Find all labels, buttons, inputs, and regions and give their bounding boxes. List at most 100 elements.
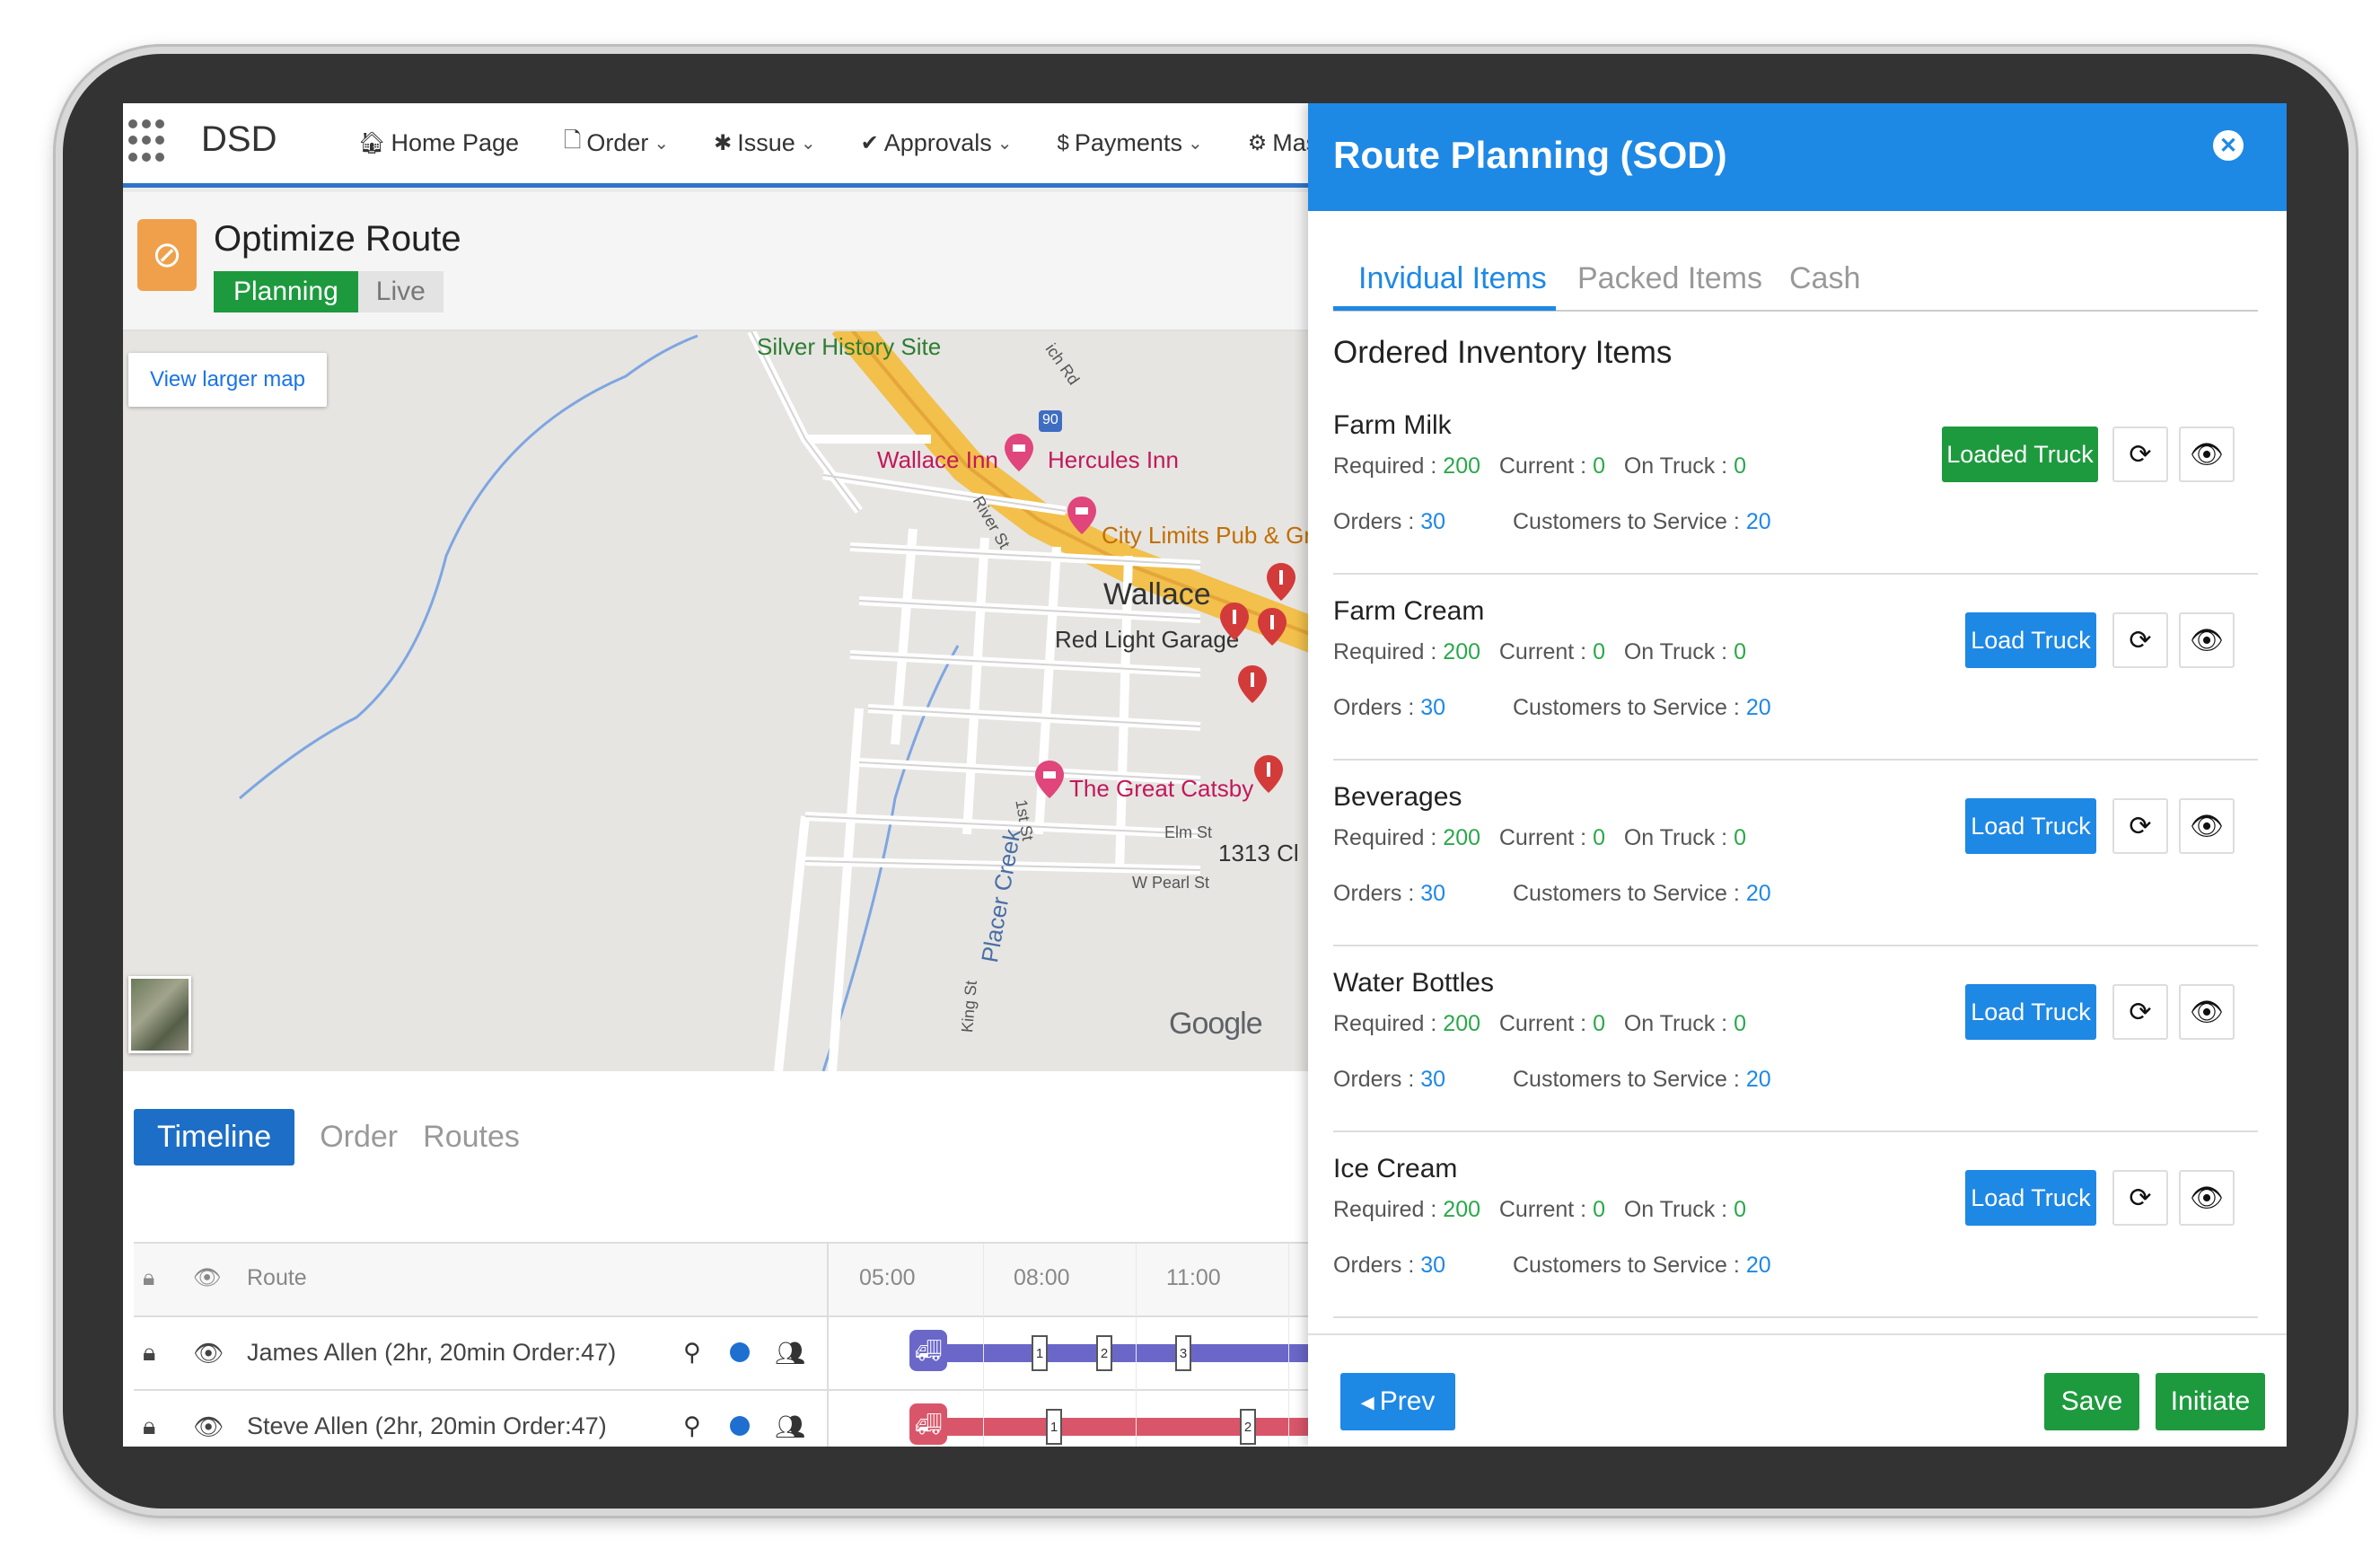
gear-icon: ⚙ — [1248, 130, 1268, 156]
route-timeline: 🔒︎ 👁︎ Route 05:00 08:00 11:00 🔒︎ 👁︎ Jame… — [134, 1242, 1308, 1447]
eye-icon[interactable]: 👁︎ — [193, 1339, 224, 1368]
restaurant-pin-icon[interactable] — [1218, 601, 1251, 642]
loaded-truck-button[interactable]: Loaded Truck — [1942, 427, 2098, 482]
nav-item-approvals[interactable]: ✔Approvals⌄ — [861, 125, 1013, 162]
item-customers: Customers to Service : 20 — [1513, 695, 1771, 721]
inventory-item: Beverages Required : 200 Current : 0 On … — [1333, 762, 2258, 946]
restaurant-pin-icon[interactable] — [1265, 561, 1297, 603]
route-color-dot-icon[interactable] — [730, 1416, 750, 1436]
lock-icon[interactable]: 🔒︎ — [143, 1412, 155, 1441]
load-truck-button[interactable]: Load Truck — [1965, 1170, 2096, 1226]
map-pin-icon[interactable]: ⚲ — [683, 1412, 701, 1440]
nav-item-order[interactable]: 🗋Order⌄ — [564, 125, 669, 162]
tab-timeline[interactable]: Timeline — [134, 1109, 294, 1166]
tab-packed-items[interactable]: Packed Items — [1577, 261, 1762, 296]
load-truck-button[interactable]: Load Truck — [1965, 798, 2096, 854]
orders-value: 30 — [1420, 509, 1445, 534]
lodging-pin-icon[interactable] — [1033, 759, 1066, 800]
refresh-icon[interactable]: ⟳ — [2112, 984, 2168, 1040]
map-label-great-catsby[interactable]: The Great Catsby — [1069, 775, 1253, 803]
truck-icon[interactable]: 🚚︎ — [909, 1330, 947, 1371]
eye-icon[interactable]: 👁︎ — [2179, 984, 2235, 1040]
route-color-dot-icon[interactable] — [730, 1342, 750, 1362]
map-pin-icon[interactable]: ⚲ — [683, 1339, 701, 1367]
route-bar[interactable] — [924, 1344, 1308, 1362]
item-quantities: Required : 200 Current : 0 On Truck : 0 — [1333, 825, 1746, 851]
route-stop-marker[interactable]: 3 — [1175, 1335, 1191, 1371]
timeline-row[interactable]: 🔒︎ 👁︎ James Allen (2hr, 20min Order:47) … — [134, 1317, 1308, 1391]
eye-icon[interactable]: 👁︎ — [2179, 798, 2235, 854]
restaurant-pin-icon[interactable] — [1236, 664, 1269, 705]
orders-label: Orders : — [1333, 509, 1420, 534]
current-value: 0 — [1593, 1197, 1605, 1222]
timeline-row[interactable]: 🔒︎ 👁︎ Steve Allen (2hr, 20min Order:47) … — [134, 1391, 1308, 1447]
route-stop-marker[interactable]: 2 — [1240, 1409, 1256, 1445]
chevron-left-icon: ◂ — [1361, 1386, 1374, 1418]
route-stop-marker[interactable]: 1 — [1032, 1335, 1048, 1371]
live-toggle[interactable]: Live — [358, 271, 444, 312]
nav-item-payments[interactable]: $Payments⌄ — [1058, 125, 1203, 162]
eye-icon[interactable]: 👁︎ — [2179, 612, 2235, 668]
map-label-wallace-inn[interactable]: Wallace Inn — [877, 446, 998, 474]
inventory-item: Farm Cream Required : 200 Current : 0 On… — [1333, 576, 2258, 761]
load-truck-button[interactable]: Load Truck — [1965, 984, 2096, 1040]
map-label-red-light[interactable]: Red Light Garage — [1055, 626, 1239, 654]
close-icon[interactable]: ✕ — [2213, 130, 2244, 161]
restaurant-pin-icon[interactable] — [1256, 606, 1288, 647]
refresh-icon[interactable]: ⟳ — [2112, 612, 2168, 668]
on-truck-label: On Truck : — [1624, 639, 1734, 664]
required-label: Required : — [1333, 825, 1443, 850]
users-icon[interactable]: 👥︎ — [775, 1339, 805, 1368]
item-name: Farm Cream — [1333, 596, 1484, 627]
nav-item-issue[interactable]: ✱Issue⌄ — [714, 125, 815, 162]
tab-order[interactable]: Order — [320, 1120, 398, 1155]
initiate-button[interactable]: Initiate — [2156, 1373, 2265, 1430]
view-larger-map-link[interactable]: View larger map — [128, 353, 327, 407]
nav-label: Home Page — [391, 129, 519, 157]
restaurant-pin-icon[interactable] — [1252, 753, 1285, 795]
route-logo-icon: ⊘ — [137, 219, 197, 291]
orders-label: Orders : — [1333, 1067, 1420, 1092]
required-value: 200 — [1443, 1011, 1480, 1036]
save-button[interactable]: Save — [2044, 1373, 2139, 1430]
current-label: Current : — [1499, 1197, 1593, 1222]
tab-individual-items[interactable]: Invidual Items — [1358, 261, 1547, 296]
planning-toggle[interactable]: Planning — [214, 271, 358, 312]
customers-label: Customers to Service : — [1513, 881, 1746, 906]
map-label-city-limits[interactable]: City Limits Pub & Gr — [1102, 522, 1308, 550]
document-icon: 🗋 — [564, 125, 581, 162]
required-value: 200 — [1443, 453, 1480, 479]
map-label-hercules-inn[interactable]: Hercules Inn — [1048, 446, 1179, 474]
users-icon[interactable]: 👥︎ — [775, 1412, 805, 1441]
lodging-pin-icon[interactable] — [1003, 432, 1035, 473]
time-gridline — [1288, 1244, 1289, 1447]
time-gridline — [1136, 1244, 1137, 1447]
route-stop-marker[interactable]: 1 — [1046, 1409, 1062, 1445]
orders-label: Orders : — [1333, 695, 1420, 720]
route-column-header: Route — [247, 1265, 307, 1291]
item-orders: Orders : 30 — [1333, 509, 1445, 535]
prev-button[interactable]: ◂ Prev — [1340, 1373, 1455, 1430]
eye-icon[interactable]: 👁︎ — [193, 1412, 224, 1441]
refresh-icon[interactable]: ⟳ — [2112, 798, 2168, 854]
item-orders: Orders : 30 — [1333, 695, 1445, 721]
optimize-route-header: ⊘ Optimize Route Planning Live — [123, 192, 1308, 331]
lodging-pin-icon[interactable] — [1066, 495, 1098, 536]
route-stop-marker[interactable]: 2 — [1096, 1335, 1112, 1371]
eye-icon[interactable]: 👁︎ — [2179, 427, 2235, 482]
route-map[interactable]: View larger map Silver History Site Wall… — [123, 331, 1308, 1071]
eye-icon: 👁︎ — [193, 1265, 222, 1291]
refresh-icon[interactable]: ⟳ — [2112, 427, 2168, 482]
tab-routes[interactable]: Routes — [423, 1120, 520, 1155]
lock-icon[interactable]: 🔒︎ — [143, 1339, 155, 1368]
refresh-icon[interactable]: ⟳ — [2112, 1170, 2168, 1226]
eye-icon[interactable]: 👁︎ — [2179, 1170, 2235, 1226]
app-grid-icon[interactable] — [128, 119, 164, 164]
load-truck-button[interactable]: Load Truck — [1965, 612, 2096, 668]
inventory-item: Water Bottles Required : 200 Current : 0… — [1333, 948, 2258, 1132]
active-tab-underline — [1333, 306, 1556, 311]
tab-cash[interactable]: Cash — [1789, 261, 1860, 296]
nav-item-home-page[interactable]: 🏠︎Home Page — [358, 125, 519, 162]
satellite-view-toggle[interactable] — [128, 976, 191, 1053]
truck-icon[interactable]: 🚚︎ — [909, 1403, 947, 1445]
